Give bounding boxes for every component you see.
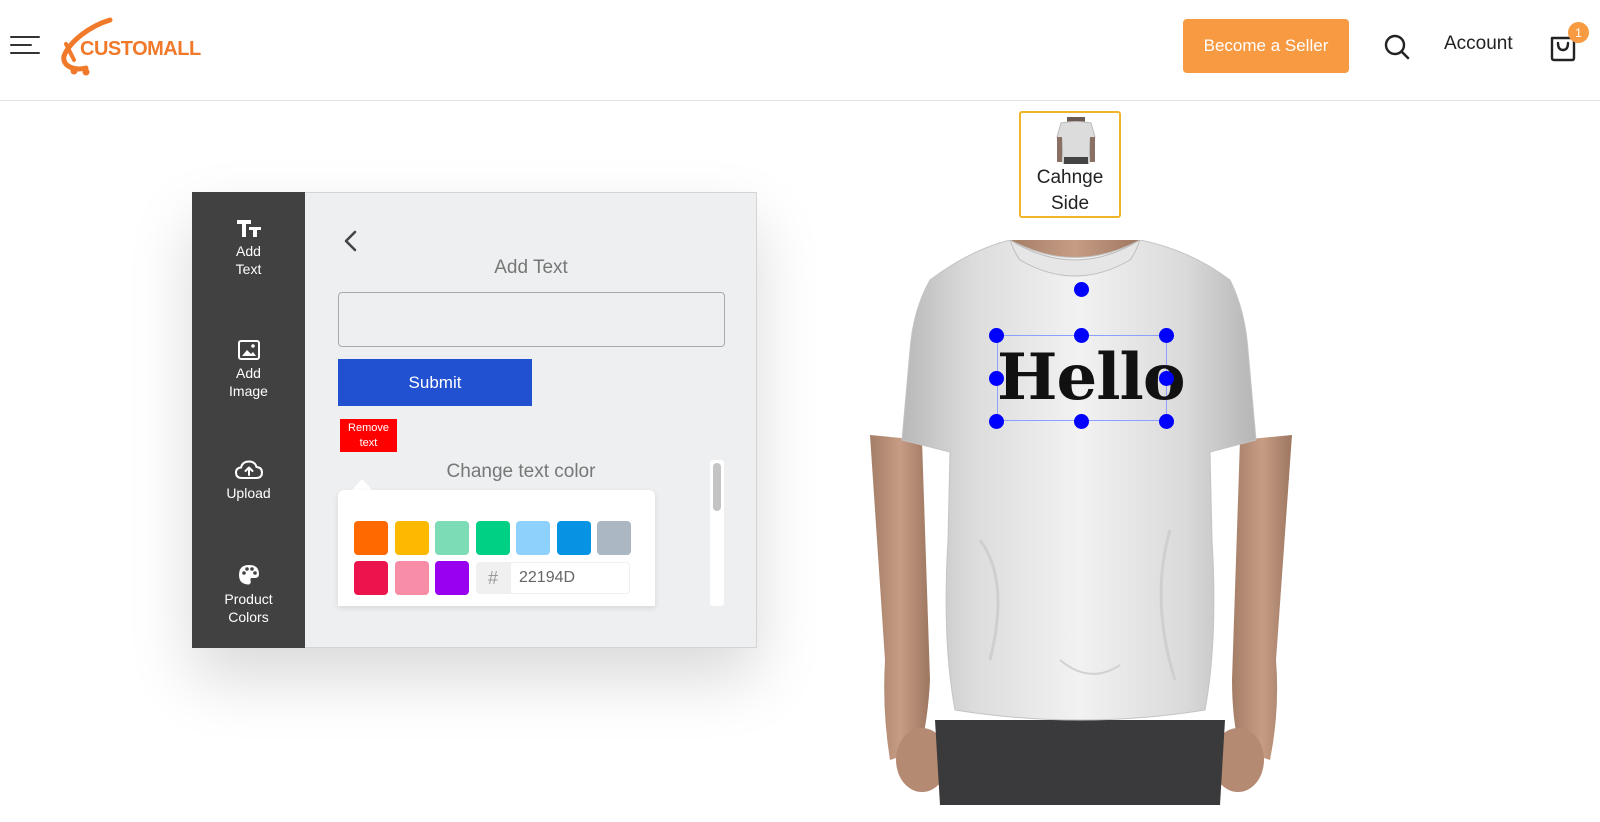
add-text-pane: Add Text Submit Remove text Change text … [305, 192, 757, 648]
resize-handle-bottom-left[interactable] [989, 414, 1004, 429]
resize-handle-bottom-right[interactable] [1159, 414, 1174, 429]
submit-button[interactable]: Submit [338, 359, 532, 406]
color-swatch-green[interactable] [476, 521, 510, 555]
resize-handle-top-left[interactable] [989, 328, 1004, 343]
resize-handle-bottom[interactable] [1074, 414, 1089, 429]
change-side-line: Side [1050, 193, 1090, 214]
site-header: CUSTOMALL Become a Seller Account 1 [0, 0, 1600, 101]
change-side-label: Cahnge Side [1021, 165, 1119, 217]
logo-text: CUSTOMALL [80, 38, 201, 60]
change-side-button[interactable]: Cahnge Side [1019, 111, 1121, 218]
color-scrollbar-thumb[interactable] [713, 463, 721, 511]
remove-text-button[interactable]: Remove text [340, 419, 397, 452]
sidebar-item-label: Upload [226, 485, 271, 501]
hex-color-input[interactable] [510, 562, 630, 594]
color-swatch-pink[interactable] [395, 561, 429, 595]
resize-handle-right[interactable] [1159, 371, 1174, 386]
sidebar-item-upload[interactable]: Upload [192, 460, 305, 502]
remove-text-label: Remove [348, 421, 389, 434]
sidebar-item-label: Add [236, 243, 261, 259]
color-swatch-light-green[interactable] [435, 521, 469, 555]
color-swatch-blue[interactable] [557, 521, 591, 555]
sidebar-item-label: Colors [228, 609, 269, 625]
sidebar-item-label: Image [229, 383, 268, 399]
sidebar-item-product-colors[interactable]: Product Colors [192, 564, 305, 626]
sidebar-item-label: Product [224, 591, 273, 607]
cart-count-badge: 1 [1568, 22, 1589, 43]
tool-sidebar: Add Text Add Image Upload Product Colors [192, 192, 305, 648]
shirt-back-thumbnail [1056, 117, 1096, 164]
text-size-icon [236, 220, 261, 237]
image-icon [237, 340, 260, 360]
color-swatch-purple[interactable] [435, 561, 469, 595]
sidebar-item-add-text[interactable]: Add Text [192, 218, 305, 278]
resize-handle-left[interactable] [989, 371, 1004, 386]
chevron-left-icon[interactable] [341, 229, 361, 253]
sidebar-item-label: Add [236, 365, 261, 381]
rotate-handle[interactable] [1074, 282, 1089, 297]
design-text[interactable]: Hello [997, 336, 1186, 420]
color-swatch-orange[interactable] [354, 521, 388, 555]
sidebar-item-add-image[interactable]: Add Image [192, 340, 305, 400]
sidebar-item-label: Text [235, 261, 262, 277]
account-link[interactable]: Account [1444, 33, 1513, 55]
become-seller-button[interactable]: Become a Seller [1183, 19, 1349, 73]
cloud-upload-icon [234, 460, 263, 479]
color-swatch-red[interactable] [354, 561, 388, 595]
add-text-heading: Add Text [494, 257, 568, 278]
color-swatch-light-blue[interactable] [516, 521, 550, 555]
color-swatch-gray[interactable] [597, 521, 631, 555]
color-picker: # [338, 490, 655, 606]
color-swatch-amber[interactable] [395, 521, 429, 555]
search-icon[interactable] [1383, 33, 1411, 61]
change-side-line: Cahnge [1036, 167, 1104, 188]
resize-handle-top-right[interactable] [1159, 328, 1174, 343]
resize-handle-top[interactable] [1074, 328, 1089, 343]
customall-logo[interactable]: CUSTOMALL [60, 16, 210, 76]
remove-text-label: text [359, 436, 378, 449]
customizer-panel: Add Text Add Image Upload Product Colors… [192, 192, 757, 648]
text-input[interactable] [338, 292, 725, 347]
palette-icon [238, 565, 259, 585]
hex-hash-label: # [476, 562, 510, 594]
menu-icon[interactable] [10, 33, 40, 57]
tshirt-model-image [870, 240, 1292, 805]
